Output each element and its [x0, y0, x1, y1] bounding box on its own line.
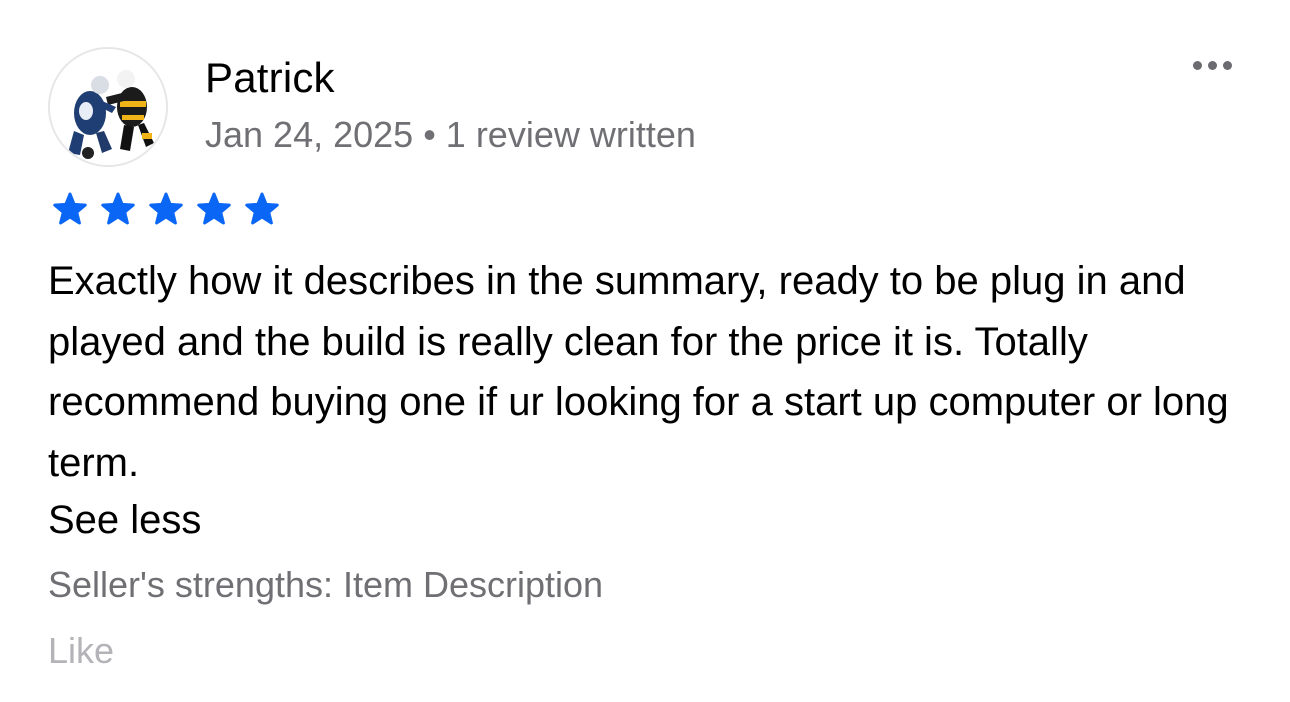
- review-meta: Jan 24, 2025 • 1 review written: [205, 114, 696, 156]
- review-count: 1 review written: [445, 114, 696, 155]
- review-date: Jan 24, 2025: [205, 114, 414, 155]
- star-icon: [192, 192, 236, 228]
- meta-separator: •: [423, 114, 436, 155]
- see-less-link[interactable]: See less: [48, 492, 201, 548]
- more-horizontal-icon: [1222, 60, 1232, 70]
- star-icon: [240, 192, 284, 228]
- star-icon: [48, 192, 92, 228]
- more-options-button[interactable]: [1182, 50, 1242, 80]
- hockey-players-avatar-icon: [50, 49, 166, 165]
- avatar[interactable]: [48, 47, 168, 167]
- reviewer-name[interactable]: Patrick: [205, 54, 335, 102]
- review-body: Exactly how it describes in the summary,…: [48, 259, 1229, 485]
- more-horizontal-icon: [1207, 60, 1217, 70]
- star-icon: [144, 192, 188, 228]
- more-horizontal-icon: [1192, 60, 1202, 70]
- seller-strengths: Seller's strengths: Item Description: [48, 564, 604, 605]
- star-rating: [48, 192, 284, 228]
- like-button[interactable]: Like: [48, 630, 114, 672]
- review-card: Patrick Jan 24, 2025 • 1 review written Ex…: [0, 0, 1290, 702]
- star-icon: [96, 192, 140, 228]
